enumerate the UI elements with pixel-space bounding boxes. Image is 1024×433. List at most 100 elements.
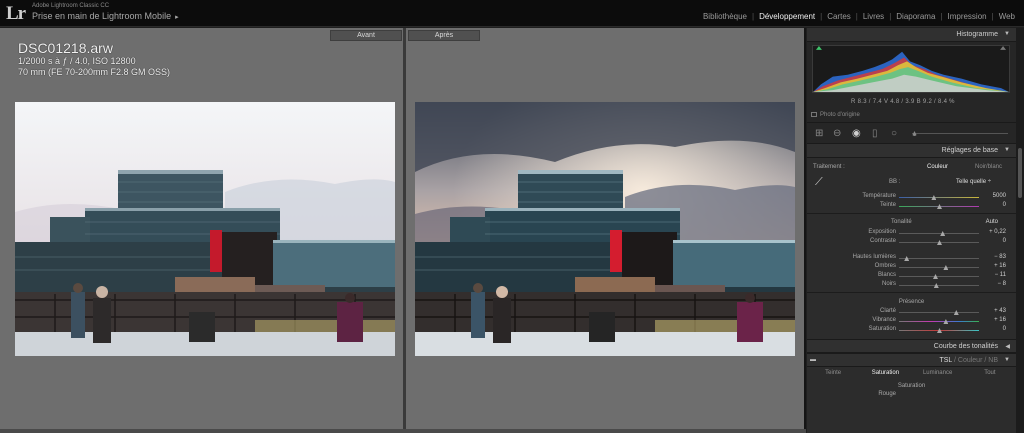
slider-value[interactable]: + 16 <box>994 317 1006 323</box>
hsl-mode-tsl[interactable]: TSL <box>939 357 952 364</box>
wb-dropdown[interactable]: Telle quelle ÷ <box>956 179 991 185</box>
eyedropper-icon[interactable]: ⟋ <box>815 176 823 189</box>
slider-value[interactable]: − 8 <box>997 281 1006 287</box>
slider-value[interactable]: 0 <box>1003 238 1006 244</box>
brush-slider[interactable] <box>912 131 1008 136</box>
hsl-mode-color[interactable]: Couleur <box>958 357 983 364</box>
slider-row-highlights[interactable]: Hautes lumières − 83 <box>807 253 1016 262</box>
slider-value[interactable]: + 43 <box>994 308 1006 314</box>
slider-row-tint[interactable]: Teinte 0 <box>807 201 1016 210</box>
exposure-info: 1/2000 s à ƒ / 4.0, ISO 12800 <box>18 56 136 66</box>
treatment-bw-option[interactable]: Noir/blanc <box>975 164 1002 170</box>
slider-knob[interactable] <box>933 283 939 288</box>
hsl-tab-saturation[interactable]: Saturation <box>859 367 911 379</box>
treatment-row: Traitement : Couleur Noir/blanc <box>807 161 1016 174</box>
hsl-row-red[interactable]: Rouge <box>807 390 1016 399</box>
slider-label: Vibrance <box>872 317 896 323</box>
tone-curve-header[interactable]: Courbe des tonalités ◀ <box>807 339 1016 353</box>
image-canvas[interactable]: Avant Après DSC01218.arw 1/2000 s à ƒ / … <box>0 28 806 433</box>
auto-tone-button[interactable]: Auto <box>986 219 998 225</box>
slider-value[interactable]: 0 <box>1003 326 1006 332</box>
slider-track[interactable] <box>899 274 979 279</box>
radial-filter-icon[interactable]: ○ <box>891 128 897 139</box>
red-eye-icon[interactable]: ◉ <box>852 128 861 139</box>
module-livres[interactable]: Livres <box>858 12 889 21</box>
slider-knob[interactable] <box>943 319 949 324</box>
slider-row-contrast[interactable]: Contraste 0 <box>807 237 1016 246</box>
panel-scrollbar[interactable] <box>1016 28 1024 433</box>
slider-knob[interactable] <box>953 310 959 315</box>
slider-knob[interactable] <box>943 265 949 270</box>
slider-knob[interactable] <box>940 231 946 236</box>
hsl-mode-nb[interactable]: NB <box>988 357 998 364</box>
after-photo[interactable] <box>415 102 795 356</box>
after-photo-image <box>415 102 795 356</box>
collapse-triangle-icon[interactable]: ▼ <box>1004 147 1010 153</box>
slider-knob[interactable] <box>933 274 938 279</box>
treatment-color-option[interactable]: Couleur <box>927 164 948 170</box>
brush-slider-knob[interactable] <box>912 131 917 136</box>
module-bibliotheque[interactable]: Bibliothèque <box>698 12 752 21</box>
slider-row-clarity[interactable]: Clarté + 43 <box>807 307 1016 316</box>
slider-row-vibrance[interactable]: Vibrance + 16 <box>807 316 1016 325</box>
slider-track[interactable] <box>899 231 979 236</box>
hsl-tab-luminance[interactable]: Luminance <box>912 367 964 379</box>
module-web[interactable]: Web <box>994 12 1020 21</box>
slider-value[interactable]: + 16 <box>994 263 1006 269</box>
slider-track[interactable] <box>899 283 979 288</box>
before-label: Avant <box>330 30 402 41</box>
expand-triangle-icon[interactable]: ◀ <box>1005 343 1010 350</box>
slider-track[interactable] <box>899 265 979 270</box>
catalog-name[interactable]: Prise en main de Lightroom Mobile ▸ <box>32 11 179 21</box>
slider-knob[interactable] <box>937 240 942 245</box>
module-picker: Bibliothèque | Développement | Cartes | Liv… <box>698 12 1020 21</box>
slider-track[interactable] <box>899 319 979 324</box>
graduated-filter-icon[interactable]: ▯ <box>872 128 878 139</box>
wb-label: BB : <box>889 179 901 185</box>
slider-track[interactable] <box>899 195 979 200</box>
slider-value[interactable]: 5000 <box>993 193 1006 199</box>
slider-row-saturation[interactable]: Saturation 0 <box>807 325 1016 334</box>
histogram-header[interactable]: Histogramme ▼ <box>807 28 1016 42</box>
slider-row-temperature[interactable]: Température 5000 <box>807 192 1016 201</box>
histogram-graph[interactable] <box>812 45 1010 93</box>
slider-row-exposure[interactable]: Exposition + 0,22 <box>807 228 1016 237</box>
histogram-title: Histogramme <box>956 31 998 38</box>
module-diaporama[interactable]: Diaporama <box>891 12 940 21</box>
basic-header[interactable]: Réglages de base ▼ <box>807 144 1016 158</box>
original-photo-toggle[interactable]: Photo d'origine <box>811 112 860 118</box>
slider-row-blacks[interactable]: Noirs − 8 <box>807 280 1016 289</box>
slider-value[interactable]: 0 <box>1003 202 1006 208</box>
slider-track[interactable] <box>899 204 979 209</box>
slider-knob[interactable] <box>931 195 937 200</box>
hsl-tab-all[interactable]: Tout <box>964 367 1016 379</box>
hsl-tab-hue[interactable]: Teinte <box>807 367 859 379</box>
basic-title: Réglages de base <box>941 147 998 154</box>
hsl-section-label: Saturation <box>897 383 926 389</box>
slider-row-shadows[interactable]: Ombres + 16 <box>807 262 1016 271</box>
module-developpement[interactable]: Développement <box>754 12 820 21</box>
slider-knob[interactable] <box>904 256 910 261</box>
hsl-header[interactable]: ▬ TSL / Couleur / NB ▼ <box>807 353 1016 367</box>
lens-info: 70 mm (FE 70-200mm F2.8 GM OSS) <box>18 67 171 77</box>
slider-value[interactable]: + 0,22 <box>989 229 1006 235</box>
slider-value[interactable]: − 11 <box>995 272 1006 278</box>
slider-knob[interactable] <box>937 204 942 209</box>
module-cartes[interactable]: Cartes <box>822 12 856 21</box>
before-photo[interactable] <box>15 102 395 356</box>
slider-track[interactable] <box>899 240 979 245</box>
collapse-triangle-icon[interactable]: ▼ <box>1004 31 1010 37</box>
spot-removal-icon[interactable]: ⊖ <box>833 128 841 139</box>
slider-knob[interactable] <box>937 328 942 333</box>
slider-value[interactable]: − 83 <box>994 254 1006 260</box>
slider-track[interactable] <box>899 310 979 315</box>
scrollbar-thumb[interactable] <box>1018 148 1022 198</box>
collapse-triangle-icon[interactable]: ▬ <box>810 357 816 363</box>
collapse-triangle-icon[interactable]: ▼ <box>1004 357 1010 363</box>
slider-row-whites[interactable]: Blancs − 11 <box>807 271 1016 280</box>
slider-track[interactable] <box>899 256 979 261</box>
slider-track[interactable] <box>899 328 979 333</box>
photo-info-overlay: DSC01218.arw 1/2000 s à ƒ / 4.0, ISO 128… <box>18 40 170 78</box>
module-impression[interactable]: Impression <box>942 12 991 21</box>
crop-tool-icon[interactable]: ⊞ <box>815 128 823 139</box>
